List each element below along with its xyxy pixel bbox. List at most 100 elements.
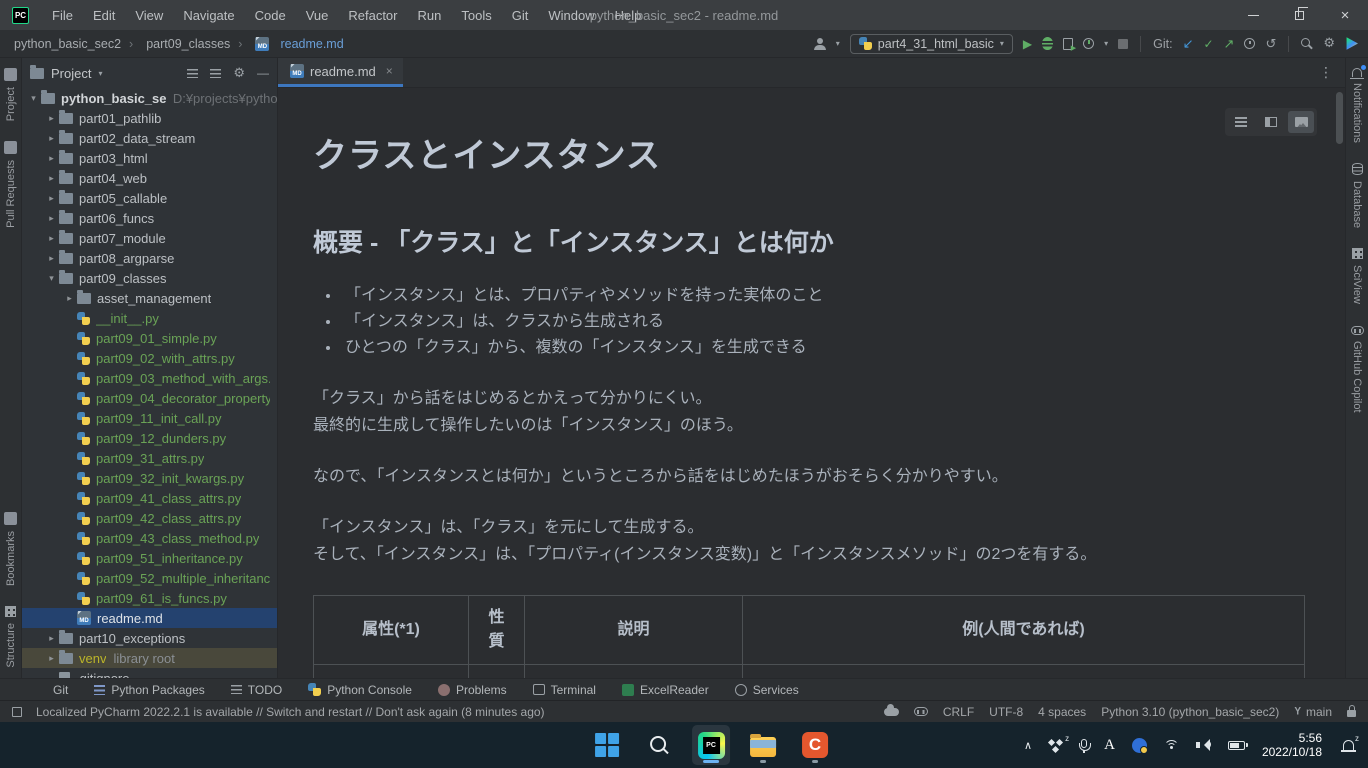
tree-item[interactable]: part09_52_multiple_inheritance.py <box>22 568 277 588</box>
encoding-widget[interactable]: UTF-8 <box>989 705 1023 719</box>
panel-settings-icon[interactable]: ⚙ <box>233 66 245 81</box>
tool-window-button[interactable]: Python Console <box>308 683 412 697</box>
coverage-button[interactable] <box>1063 38 1073 50</box>
tree-item[interactable]: ▸ part08_argparse <box>22 248 277 268</box>
indent-widget[interactable]: 4 spaces <box>1038 705 1086 719</box>
tray-overflow-chevron-icon[interactable]: ∧ <box>1024 739 1032 752</box>
tool-stripe-item[interactable]: Notifications <box>1351 58 1363 153</box>
tree-item[interactable]: part09_61_is_funcs.py <box>22 588 277 608</box>
lock-icon[interactable] <box>1347 710 1356 717</box>
tree-item[interactable]: ▸ part01_pathlib <box>22 108 277 128</box>
tree-twisty-icon[interactable]: ▸ <box>44 173 59 184</box>
tree-item[interactable]: ▸ part03_html <box>22 148 277 168</box>
tree-item[interactable]: ▸ part02_data_stream <box>22 128 277 148</box>
tree-item[interactable]: part09_04_decorator_property.py <box>22 388 277 408</box>
tool-window-button[interactable]: Problems <box>438 683 507 697</box>
restore-button[interactable] <box>1276 0 1322 30</box>
hide-panel-icon[interactable]: — <box>257 66 269 80</box>
tree-item[interactable]: ▸ venv library root <box>22 648 277 668</box>
tree-item[interactable]: part09_01_simple.py <box>22 328 277 348</box>
breadcrumb-item[interactable]: part09_classes <box>121 37 230 51</box>
tree-twisty-icon[interactable]: ▸ <box>44 193 59 204</box>
tool-stripe-item[interactable]: Structure <box>4 596 17 678</box>
menu-item[interactable]: Code <box>246 5 295 26</box>
tab-options-menu-icon[interactable]: ⋮ <box>1319 64 1345 81</box>
tool-window-button[interactable]: Terminal <box>533 683 596 697</box>
taskbar-search-button[interactable] <box>640 725 678 765</box>
tree-twisty-icon[interactable]: ▸ <box>44 113 59 124</box>
status-message[interactable]: Localized PyCharm 2022.2.1 is available … <box>36 705 545 719</box>
tool-stripe-item[interactable]: SciView <box>1351 238 1363 314</box>
tree-item[interactable]: ▾ part09_classes <box>22 268 277 288</box>
tool-window-button[interactable]: TODO <box>231 683 282 697</box>
tree-twisty-icon[interactable]: ▸ <box>62 293 77 304</box>
clock-widget[interactable]: 5:56 2022/10/18 <box>1262 731 1322 759</box>
tool-window-button[interactable]: Services <box>735 683 799 697</box>
tree-item[interactable]: part09_31_attrs.py <box>22 448 277 468</box>
editor-scrollbar[interactable] <box>1336 92 1343 144</box>
github-copilot-icon[interactable] <box>914 707 928 716</box>
tree-item[interactable]: ▸ part05_callable <box>22 188 277 208</box>
menu-item[interactable]: Tools <box>452 5 500 26</box>
git-update-button[interactable]: ↙ <box>1183 36 1194 52</box>
tree-item[interactable]: .gitignore <box>22 668 277 678</box>
cloud-sync-icon[interactable] <box>884 708 899 716</box>
git-branch-widget[interactable]: Y main <box>1294 705 1332 719</box>
close-button[interactable]: × <box>1322 0 1368 30</box>
tool-stripe-item[interactable]: Project <box>4 58 17 131</box>
tool-stripe-item[interactable]: GitHub Copilot <box>1351 314 1364 423</box>
tool-stripe-item[interactable]: Bookmarks <box>4 502 17 596</box>
tool-stripe-item[interactable]: Pull Requests <box>4 131 17 238</box>
line-ending-widget[interactable]: CRLF <box>943 705 974 719</box>
battery-icon[interactable] <box>1228 741 1245 750</box>
tree-twisty-icon[interactable]: ▸ <box>44 133 59 144</box>
user-icon[interactable] <box>814 38 826 50</box>
git-rollback-button[interactable]: ↺ <box>1265 36 1276 52</box>
menu-item[interactable]: Edit <box>84 5 124 26</box>
debug-button[interactable] <box>1042 37 1053 50</box>
ime-mode-indicator[interactable]: A <box>1104 737 1115 754</box>
tree-item[interactable]: readme.md <box>22 608 277 628</box>
microphone-icon[interactable] <box>1081 739 1087 748</box>
chevron-down-icon[interactable]: ▾ <box>98 69 102 78</box>
search-everywhere-button[interactable] <box>1301 38 1313 50</box>
git-push-button[interactable]: ↗ <box>1224 36 1235 52</box>
menu-item[interactable]: File <box>43 5 82 26</box>
taskbar-camtasia-button[interactable]: C <box>796 725 834 765</box>
collapse-all-icon[interactable] <box>210 69 221 78</box>
project-panel-title[interactable]: Project <box>51 66 91 81</box>
wifi-icon[interactable] <box>1164 740 1179 751</box>
tree-twisty-icon[interactable]: ▸ <box>44 213 59 224</box>
tree-item[interactable]: ▸ part07_module <box>22 228 277 248</box>
start-button[interactable] <box>588 725 626 765</box>
tree-item[interactable]: ▾ python_basic_sec2 D:¥projects¥python_ <box>22 88 277 108</box>
taskbar-explorer-button[interactable] <box>744 725 782 765</box>
stop-button[interactable] <box>1118 39 1128 49</box>
tool-window-button[interactable]: Python Packages <box>94 683 204 697</box>
expand-all-icon[interactable] <box>187 69 198 78</box>
notification-bell-icon[interactable] <box>1343 740 1354 750</box>
tree-item[interactable]: part09_42_class_attrs.py <box>22 508 277 528</box>
tree-item[interactable]: __init__.py <box>22 308 277 328</box>
menu-item[interactable]: View <box>126 5 172 26</box>
tree-item[interactable]: ▸ asset_management <box>22 288 277 308</box>
tree-item[interactable]: part09_02_with_attrs.py <box>22 348 277 368</box>
breadcrumb-item[interactable]: readme.md <box>230 37 343 51</box>
git-history-button[interactable] <box>1244 38 1255 49</box>
tree-item[interactable]: part09_32_init_kwargs.py <box>22 468 277 488</box>
gradient-triangle-icon[interactable] <box>1345 37 1358 50</box>
tree-twisty-icon[interactable]: ▸ <box>44 633 59 644</box>
tab-readme[interactable]: readme.md × <box>278 58 403 87</box>
tree-item[interactable]: part09_43_class_method.py <box>22 528 277 548</box>
tree-item[interactable]: ▸ part10_exceptions <box>22 628 277 648</box>
tree-twisty-icon[interactable]: ▸ <box>44 653 59 664</box>
profiler-button[interactable] <box>1083 38 1094 49</box>
menu-item[interactable]: Run <box>409 5 451 26</box>
breadcrumb-item[interactable]: python_basic_sec2 <box>14 37 121 51</box>
run-configuration-select[interactable]: part4_31_html_basic ▾ <box>850 34 1013 54</box>
run-button[interactable]: ▶ <box>1023 37 1032 51</box>
tree-item[interactable]: part09_12_dunders.py <box>22 428 277 448</box>
tree-twisty-icon[interactable]: ▸ <box>44 153 59 164</box>
menu-item[interactable]: Help <box>606 5 651 26</box>
tree-twisty-icon[interactable]: ▸ <box>44 233 59 244</box>
